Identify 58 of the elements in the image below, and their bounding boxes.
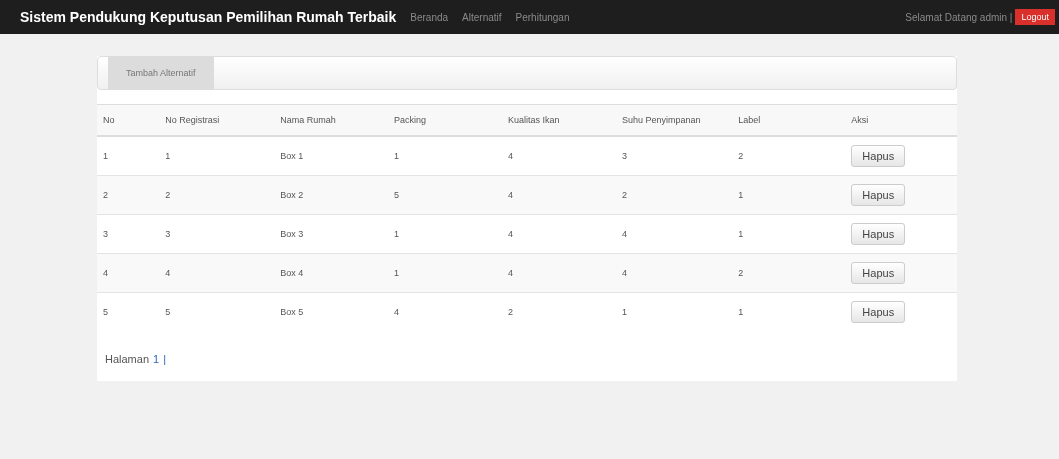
pagination-label: Halaman xyxy=(105,353,150,365)
table-cell: 1 xyxy=(393,229,399,239)
table-cell: 4 xyxy=(622,268,627,278)
table-cell: 2 xyxy=(165,190,171,200)
table-cell: Box 3 xyxy=(280,229,304,239)
brand-title[interactable]: Sistem Pendukung Keputusan Pemilihan Rumah Terbaik xyxy=(20,9,397,25)
delete-button[interactable]: Hapus xyxy=(851,223,906,245)
table-cell: 1 xyxy=(103,151,108,161)
table-cell: 3 xyxy=(103,229,108,239)
table-cell: Box 4 xyxy=(280,268,304,278)
table-cell: 4 xyxy=(507,190,513,200)
column-header: Nama Rumah xyxy=(280,115,336,125)
table-cell: 1 xyxy=(393,268,399,278)
table-cell: 2 xyxy=(622,190,627,200)
delete-button[interactable]: Hapus xyxy=(851,262,906,284)
column-header: Label xyxy=(738,115,761,125)
table-cell: 4 xyxy=(165,268,171,278)
delete-button[interactable]: Hapus xyxy=(851,301,906,323)
table-cell: 4 xyxy=(507,229,513,239)
column-header: No xyxy=(103,115,115,125)
table-cell: 1 xyxy=(393,151,399,161)
table-cell: 2 xyxy=(507,307,513,317)
table-cell: 4 xyxy=(103,268,108,278)
table-cell: 2 xyxy=(738,268,744,278)
column-header: Aksi xyxy=(851,115,869,125)
table-cell: 4 xyxy=(393,307,399,317)
table-cell: 5 xyxy=(393,190,399,200)
table-cell: 1 xyxy=(165,151,171,161)
page-link[interactable]: 1 xyxy=(153,353,160,365)
table-cell: 3 xyxy=(622,151,627,161)
table-cell: 4 xyxy=(622,229,627,239)
table-cell: 1 xyxy=(738,307,744,317)
table-cell: 2 xyxy=(738,151,744,161)
table-cell: 4 xyxy=(507,268,513,278)
column-header: Kualitas Ikan xyxy=(507,115,560,125)
table-cell: Box 2 xyxy=(280,190,304,200)
tab[interactable]: Tambah Alternatif xyxy=(108,57,214,89)
table-cell: 5 xyxy=(165,307,171,317)
table-cell: 4 xyxy=(507,151,513,161)
column-header: Suhu Penyimpanan xyxy=(622,115,701,125)
delete-button[interactable]: Hapus xyxy=(851,145,906,167)
delete-button[interactable]: Hapus xyxy=(851,184,906,206)
table-cell: 1 xyxy=(738,190,744,200)
column-header: No Registrasi xyxy=(165,115,220,125)
nav-link[interactable]: Perhitungan xyxy=(515,11,570,23)
table-cell: 3 xyxy=(165,229,171,239)
table-cell: 1 xyxy=(738,229,744,239)
table-cell: 1 xyxy=(622,307,627,317)
column-header: Packing xyxy=(393,115,426,125)
pagination-separator: | xyxy=(163,353,166,365)
nav-link[interactable]: Beranda xyxy=(410,11,449,23)
logout-button[interactable]: Logout xyxy=(1015,9,1055,25)
nav-link[interactable]: Alternatif xyxy=(462,11,502,23)
table-cell: 5 xyxy=(103,307,108,317)
table-cell: 2 xyxy=(103,190,108,200)
greeting-text: Selamat Datang admin | xyxy=(905,11,1013,23)
table-cell: Box 1 xyxy=(280,151,304,161)
table-cell: Box 5 xyxy=(280,307,304,317)
